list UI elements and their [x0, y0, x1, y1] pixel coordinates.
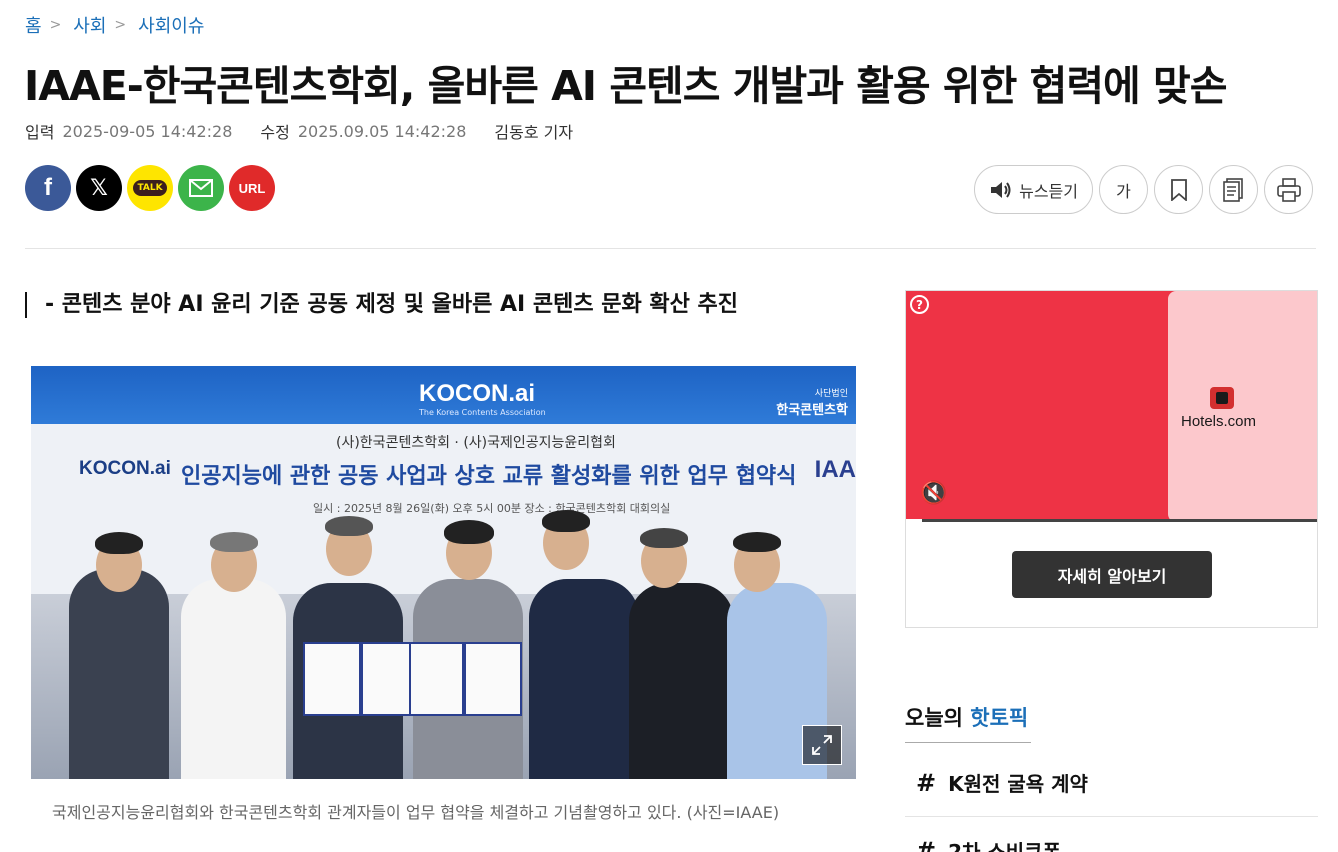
kocon-logo-sub: The Korea Contents Association [419, 408, 546, 417]
listen-news-button[interactable]: 뉴스듣기 [974, 165, 1093, 214]
share-bar: f 𝕏 TALK URL [25, 165, 275, 211]
person-5-hair [542, 510, 590, 532]
hot-topic-label: 2차 소비쿠폰 [948, 840, 1061, 852]
person-7-hair [733, 532, 781, 552]
banner-event-title: 인공지능에 관한 공동 사업과 상호 교류 활성화를 위한 업무 협약식 [181, 464, 797, 489]
agreement-document [464, 642, 522, 716]
listen-label: 뉴스듣기 [1019, 181, 1078, 201]
chevron-right-icon: > [114, 17, 127, 33]
kocon-logo: KOCON.ai [419, 380, 536, 407]
bookmark-button[interactable] [1154, 165, 1203, 214]
ad-info-icon[interactable]: ? [910, 295, 929, 314]
hot-topic-divider [905, 816, 1318, 817]
person-1-hair [95, 532, 143, 554]
hot-topic-item[interactable]: # K원전 굴욕 계약 [916, 768, 1088, 797]
x-icon: 𝕏 [90, 175, 108, 201]
hashtag-icon: # [916, 837, 937, 852]
kakaotalk-share-button[interactable]: TALK [127, 165, 173, 211]
author[interactable]: 김동호 기자 [494, 119, 573, 143]
expand-icon [812, 735, 832, 755]
facebook-icon: f [44, 174, 52, 201]
hot-topic-label: K원전 굴욕 계약 [948, 772, 1088, 796]
font-size-button[interactable]: 가 [1099, 165, 1148, 214]
hot-topic-item[interactable]: #2차 소비쿠폰 [916, 836, 1061, 852]
person-5 [529, 579, 639, 779]
advertisement[interactable]: ? Hotels.com 🔇 자세히 알아보기 [905, 290, 1318, 628]
kakaotalk-icon: TALK [133, 180, 167, 196]
banner-datetime: 일시 : 2025년 8월 26일(화) 오후 5시 00분 장소 : 한국콘텐… [313, 502, 671, 515]
url-label: URL [238, 180, 266, 196]
expand-photo-button[interactable] [802, 725, 842, 765]
modified-label: 수정 [260, 123, 290, 142]
banner-iaa-logo: IAA [814, 456, 856, 483]
print-button[interactable] [1264, 165, 1313, 214]
breadcrumb-subsection[interactable]: 사회이슈 [138, 12, 204, 38]
font-size-label: 가 [1116, 181, 1131, 201]
person-1 [69, 569, 169, 779]
speaker-icon [991, 181, 1011, 198]
print-icon [1276, 177, 1301, 202]
agreement-document [361, 642, 411, 716]
hot-topics-title: 오늘의 핫토픽 [905, 702, 1028, 732]
right-org-line1: 사단법인 [814, 389, 848, 399]
person-2 [181, 579, 286, 779]
right-org-line2: 한국콘텐츠학 [776, 403, 848, 418]
agreement-document [409, 642, 464, 716]
right-org-label: 사단법인 한국콘텐츠학 [776, 386, 848, 418]
person-2-hair [210, 532, 258, 552]
breadcrumb-home[interactable]: 홈 [25, 12, 42, 38]
mail-icon [189, 179, 213, 197]
person-3-hair [325, 516, 373, 536]
banner-left-logo: KOCON.ai [79, 458, 171, 479]
hot-topics-title-accent: 핫토픽 [970, 706, 1029, 730]
hotels-logo-icon [1210, 387, 1234, 409]
document-icon [1222, 177, 1243, 202]
facebook-share-button[interactable]: f [25, 165, 71, 211]
article-headline: IAAE-한국콘텐츠학회, 올바른 AI 콘텐츠 개발과 활용 위한 협력에 맞… [24, 62, 1227, 110]
mute-icon[interactable]: 🔇 [920, 481, 947, 506]
person-6-hair [640, 528, 688, 548]
hot-topics-title-prefix: 오늘의 [905, 706, 971, 730]
hashtag-icon: # [916, 769, 937, 797]
breadcrumb-section[interactable]: 사회 [73, 12, 106, 38]
agreement-document [303, 642, 361, 716]
person-4-hair [444, 520, 494, 544]
chevron-right-icon: > [49, 17, 62, 33]
modified-time: 2025.09.05 14:42:28 [297, 121, 467, 141]
ad-progress-bar [906, 519, 1317, 522]
url-copy-button[interactable]: URL [229, 165, 275, 211]
x-share-button[interactable]: 𝕏 [76, 165, 122, 211]
ad-brand-name: Hotels.com [1181, 413, 1257, 430]
ad-brand-panel [1168, 291, 1317, 522]
photo-caption: 국제인공지능윤리협회와 한국콘텐츠학회 관계자들이 업무 협약을 체결하고 기념… [52, 803, 780, 822]
article-tools: 뉴스듣기 가 [974, 165, 1313, 214]
bookmark-icon [1170, 178, 1187, 201]
person-6 [629, 583, 734, 779]
input-time: 2025-09-05 14:42:28 [62, 121, 233, 141]
article-photo[interactable]: KOCON.ai The Korea Contents Association … [31, 366, 856, 779]
hot-topics-underline [905, 742, 1031, 743]
learn-more-button[interactable]: 자세히 알아보기 [1012, 551, 1212, 598]
article-subtitle: - 콘텐츠 분야 AI 윤리 기준 공동 제정 및 올바른 AI 콘텐츠 문화 … [25, 292, 738, 318]
copy-article-button[interactable] [1209, 165, 1258, 214]
header-divider [25, 248, 1316, 249]
input-label: 입력 [25, 123, 55, 142]
email-share-button[interactable] [178, 165, 224, 211]
banner-orgs: (사)한국콘텐츠학회 · (사)국제인공지능윤리협회 [336, 435, 616, 451]
breadcrumb: 홈 > 사회 > 사회이슈 [25, 12, 204, 38]
article-meta: 입력 2025-09-05 14:42:28 수정 2025.09.05 14:… [25, 119, 573, 143]
